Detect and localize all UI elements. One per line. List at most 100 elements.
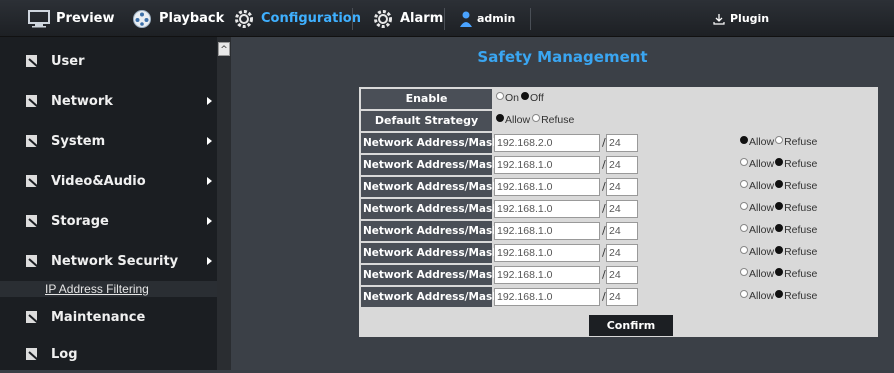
enable-on-label: On: [505, 92, 520, 104]
sidebar-item-system[interactable]: System: [0, 122, 217, 160]
address-row: Network Address/Mask 192.168.1.0 / 24 Al…: [359, 221, 878, 243]
sidebar-item-label: Network Security: [51, 253, 179, 269]
allow-radio[interactable]: [740, 158, 748, 166]
allow-radio[interactable]: [740, 136, 748, 144]
preview-tab[interactable]: Preview: [28, 0, 115, 37]
ip-address-input[interactable]: 192.168.2.0: [494, 134, 600, 152]
download-icon: [712, 9, 726, 29]
edit-doc-icon: [26, 215, 39, 228]
refuse-radio[interactable]: [775, 246, 784, 254]
mask-input[interactable]: 24: [606, 156, 638, 174]
address-row: Network Address/Mask 192.168.1.0 / 24 Al…: [359, 265, 878, 287]
sidebar-item-label: Maintenance: [51, 309, 146, 325]
chevron-right-icon: [207, 217, 212, 225]
sidebar-item-maintenance[interactable]: Maintenance: [0, 298, 217, 336]
refuse-radio[interactable]: [775, 180, 784, 188]
enable-on-radio[interactable]: [496, 92, 504, 100]
edit-doc-icon: [26, 95, 39, 108]
ip-address-input[interactable]: 192.168.1.0: [494, 266, 600, 284]
refuse-label: Refuse: [784, 246, 818, 258]
sidebar-item-label: User: [51, 53, 85, 69]
sidebar-item-label: Network: [51, 93, 113, 109]
refuse-radio[interactable]: [775, 290, 784, 298]
allow-label: Allow: [749, 180, 775, 192]
edit-doc-icon: [26, 255, 39, 268]
allow-radio[interactable]: [740, 202, 748, 210]
ip-address-input[interactable]: 192.168.1.0: [494, 288, 600, 306]
allow-label: Allow: [749, 158, 775, 170]
address-row: Network Address/Mask 192.168.1.0 / 24 Al…: [359, 177, 878, 199]
user-icon: [459, 9, 473, 29]
mask-input[interactable]: 24: [606, 200, 638, 218]
sidebar: User Network System Video&Audio Storage …: [0, 37, 231, 370]
mask-input[interactable]: 24: [606, 266, 638, 284]
refuse-radio[interactable]: [775, 158, 784, 166]
gear-icon: [372, 9, 394, 29]
username-label: admin: [477, 12, 516, 25]
sidebar-item-network-security[interactable]: Network Security: [0, 242, 217, 280]
address-row: Network Address/Mask 192.168.1.0 / 24 Al…: [359, 287, 878, 309]
row-radio-group: Allow Refuse: [740, 180, 817, 192]
sidebar-item-network[interactable]: Network: [0, 82, 217, 120]
strategy-refuse-radio[interactable]: [532, 114, 541, 122]
strategy-allow-label: Allow: [505, 114, 531, 126]
ip-address-input[interactable]: 192.168.1.0: [494, 222, 600, 240]
configuration-tab[interactable]: Configuration: [233, 0, 361, 37]
refuse-radio[interactable]: [775, 268, 784, 276]
ip-address-input[interactable]: 192.168.1.0: [494, 244, 600, 262]
row-radio-group: Allow Refuse: [740, 290, 817, 302]
strategy-radio-group: Allow Refuse: [496, 114, 574, 126]
enable-radio-group: On Off: [496, 92, 544, 104]
enable-off-radio[interactable]: [521, 92, 530, 100]
sidebar-item-storage[interactable]: Storage: [0, 202, 217, 240]
page-title: Safety Management: [477, 48, 648, 66]
sidebar-item-log[interactable]: Log: [0, 335, 217, 373]
edit-doc-icon: [26, 55, 39, 68]
sidebar-item-label: Video&Audio: [51, 173, 146, 189]
allow-label: Allow: [749, 246, 775, 258]
plugin-button[interactable]: Plugin: [712, 0, 769, 37]
ip-address-input[interactable]: 192.168.1.0: [494, 200, 600, 218]
default-strategy-row: Default Strategy Allow Refuse: [359, 111, 878, 133]
sidebar-item-label: System: [51, 133, 106, 149]
top-navigation-bar: Preview Playback Configuration Alarm adm…: [0, 0, 894, 37]
edit-doc-icon: [26, 348, 39, 361]
film-reel-icon: [131, 9, 153, 29]
sidebar-item-video-audio[interactable]: Video&Audio: [0, 162, 217, 200]
allow-radio[interactable]: [740, 290, 748, 298]
ip-address-input[interactable]: 192.168.1.0: [494, 178, 600, 196]
sidebar-item-user[interactable]: User: [0, 42, 217, 80]
mask-input[interactable]: 24: [606, 288, 638, 306]
allow-radio[interactable]: [740, 268, 748, 276]
alarm-tab[interactable]: Alarm: [372, 0, 443, 37]
allow-radio[interactable]: [740, 180, 748, 188]
playback-label: Playback: [159, 11, 225, 26]
preview-label: Preview: [56, 11, 115, 26]
refuse-label: Refuse: [784, 158, 818, 170]
sidebar-scrollbar[interactable]: ^: [217, 37, 231, 370]
allow-radio[interactable]: [740, 246, 748, 254]
mask-input[interactable]: 24: [606, 244, 638, 262]
mask-input[interactable]: 24: [606, 222, 638, 240]
playback-tab[interactable]: Playback: [131, 0, 224, 37]
row-radio-group: Allow Refuse: [740, 136, 817, 148]
strategy-allow-radio[interactable]: [496, 114, 504, 122]
sidebar-subitem-ip-address-filtering[interactable]: IP Address Filtering: [0, 281, 217, 297]
confirm-button[interactable]: Confirm: [589, 315, 673, 336]
alarm-label: Alarm: [400, 11, 444, 26]
sidebar-item-label: Log: [51, 346, 78, 362]
refuse-radio[interactable]: [775, 202, 784, 210]
scroll-up-button[interactable]: ^: [218, 42, 230, 56]
refuse-radio[interactable]: [775, 136, 784, 144]
allow-radio[interactable]: [740, 224, 748, 232]
user-menu[interactable]: admin: [459, 0, 515, 37]
mask-input[interactable]: 24: [606, 134, 638, 152]
refuse-label: Refuse: [784, 202, 818, 214]
divider: [530, 8, 531, 30]
refuse-radio[interactable]: [775, 224, 784, 232]
ip-address-input[interactable]: 192.168.1.0: [494, 156, 600, 174]
refuse-label: Refuse: [784, 290, 818, 302]
gear-icon: [233, 9, 255, 29]
row-radio-group: Allow Refuse: [740, 246, 817, 258]
mask-input[interactable]: 24: [606, 178, 638, 196]
